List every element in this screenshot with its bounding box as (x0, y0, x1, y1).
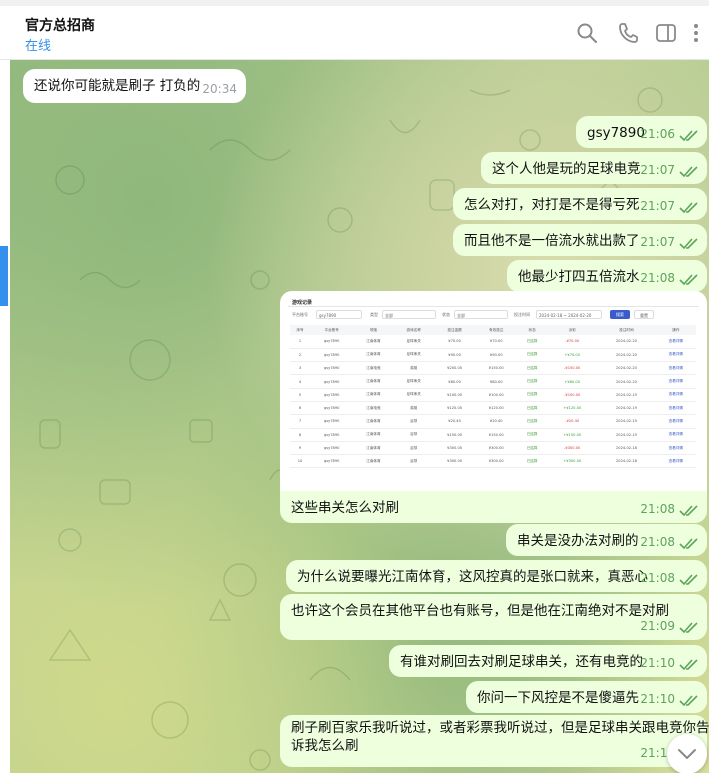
more-vertical-icon[interactable] (690, 22, 702, 44)
read-checkmarks-icon (679, 274, 698, 286)
chat-status: 在线 (25, 39, 52, 54)
message-text: 为什么说要曝光江南体育，这风控真的是张口就来，真恶心 (297, 569, 648, 585)
records-row: 2 gsy7890 江南体育 足球串关 ¥90.00 ¥90.00 已结算 +¥70.00 20… (290, 348, 696, 362)
chat-title: 官方总招商 (25, 18, 95, 34)
message-time: 21:08 (640, 571, 675, 585)
read-checkmarks-icon (679, 130, 698, 142)
records-table: 序号 平台账号 场馆 游戏名称 投注金额 有效投注 状态 派彩 投注时间 操作 1 gsy7… (290, 325, 696, 468)
read-checkmarks-icon (679, 622, 698, 634)
left-panel-edge (0, 60, 10, 773)
message-text: 这些串关怎么对刷 (291, 500, 399, 516)
read-checkmarks-icon (679, 659, 698, 671)
message-outgoing[interactable]: gsy7890 21:06 (576, 116, 707, 148)
message-text: gsy7890 (587, 125, 645, 141)
left-panel-accent (0, 246, 8, 306)
records-reset-button: 重置 (634, 310, 654, 319)
phone-icon[interactable] (617, 22, 639, 44)
message-text: 刷子刷百家乐我听说过，或者彩票我听说过，但是足球串关跟电竞你告 (291, 720, 709, 736)
message-time: 21:07 (640, 235, 675, 249)
message-outgoing[interactable]: 而且他不是一倍流水就出款了 21:07 (453, 224, 707, 256)
message-outgoing[interactable]: 也许这个会员在其他平台也有账号，但是他在江南绝对不是对刷 21:09 (280, 594, 707, 640)
records-row: 3 gsy7890 江南电竞 英雄 ¥200.00 ¥150.00 已结算 -¥150.00 2… (290, 362, 696, 375)
chat-area[interactable]: 还说你可能就是刷子 打负的 20:34 gsy7890 21:06 这个人他是玩… (10, 60, 709, 773)
message-time: 21:08 (640, 271, 675, 285)
records-row: 9 gsy7890 江南体育 足球 ¥300.00 ¥300.00 已结算 -¥300.00 2… (290, 441, 696, 455)
game-records-screenshot: 游戏记录 平台账号 gsy7890 类型 全部 状态 全部 投注时间 2024-… (288, 297, 699, 485)
records-search-button: 搜索 (610, 310, 630, 319)
records-row: 4 gsy7890 江南体育 足球串关 ¥80.00 ¥80.00 已结算 +¥80.00 20… (290, 375, 696, 389)
records-row: 8 gsy7890 江南体育 足球 ¥150.00 ¥150.00 已结算 +¥150.00 2… (290, 428, 696, 442)
message-text: 怎么对打，对打是不是得亏死 (464, 197, 640, 213)
records-row: 7 gsy7890 江南体育 足球 ¥20.40 ¥20.40 已结算 -¥20.40 2024… (290, 415, 696, 429)
records-title: 游戏记录 (292, 300, 313, 306)
records-row: 10 gsy7890 江南体育 足球 ¥300.00 ¥300.00 已结算 +¥300.00… (290, 455, 696, 468)
message-time: 21:08 (640, 502, 675, 516)
read-checkmarks-icon (679, 695, 698, 707)
message-text: 这个人他是玩的足球电竞 (492, 161, 641, 177)
read-checkmarks-icon (679, 538, 698, 550)
scroll-to-bottom-button[interactable] (667, 734, 707, 773)
message-text-line2: 诉我怎么刷 (291, 738, 359, 754)
message-outgoing[interactable]: 为什么说要曝光江南体育，这风控真的是张口就来，真恶心 21:08 (286, 560, 707, 592)
read-checkmarks-icon (679, 166, 698, 178)
message-outgoing[interactable]: 怎么对打，对打是不是得亏死 21:07 (453, 188, 707, 220)
message-time: 21:10 (640, 692, 675, 706)
message-time: 21:07 (640, 199, 675, 213)
read-checkmarks-icon (679, 574, 698, 586)
message-text: 还说你可能就是刷子 打负的 (34, 78, 201, 94)
message-text: 而且他不是一倍流水就出款了 (464, 233, 640, 249)
sidebar-toggle-icon[interactable] (655, 22, 677, 44)
message-outgoing[interactable]: 刷子刷百家乐我听说过，或者彩票我听说过，但是足球串关跟电竞你告 诉我怎么刷 21… (280, 715, 709, 767)
chat-header[interactable]: 官方总招商 在线 (0, 6, 709, 60)
message-outgoing[interactable]: 这个人他是玩的足球电竞 21:07 (481, 152, 707, 184)
read-checkmarks-icon (679, 238, 698, 250)
message-photo[interactable]: 游戏记录 平台账号 gsy7890 类型 全部 状态 全部 投注时间 2024-… (280, 291, 707, 491)
chevron-down-icon (678, 749, 696, 759)
message-outgoing-caption[interactable]: 这些串关怎么对刷 21:08 (280, 491, 707, 523)
message-text: 也许这个会员在其他平台也有账号，但是他在江南绝对不是对刷 (291, 603, 669, 619)
message-text: 他最少打四五倍流水 (518, 269, 640, 285)
records-row: 5 gsy7890 江南体育 足球串关 ¥100.00 ¥100.00 已结算 -¥100.0… (290, 388, 696, 402)
message-time: 21:10 (640, 656, 675, 670)
message-outgoing[interactable]: 他最少打四五倍流水 21:08 (507, 260, 707, 292)
message-text: 有谁对刷回去对刷足球串关，还有电竞的 (400, 654, 643, 670)
message-text: 串关是没办法对刷的 (517, 533, 639, 549)
message-time: 21:07 (640, 163, 675, 177)
message-time: 21:09 (640, 619, 675, 633)
message-time: 20:34 (202, 82, 237, 96)
records-row: 1 gsy7890 江南体育 足球串关 ¥70.00 ¥70.00 已结算 -¥70.00 20… (290, 335, 696, 349)
read-checkmarks-icon (679, 202, 698, 214)
message-time: 21:08 (640, 535, 675, 549)
records-filter-bar: 平台账号 gsy7890 类型 全部 状态 全部 投注时间 2024-02-18… (292, 310, 692, 320)
read-checkmarks-icon (679, 505, 698, 517)
message-incoming[interactable]: 还说你可能就是刷子 打负的 20:34 (23, 69, 246, 103)
message-outgoing[interactable]: 你问一下风控是不是傻逼先 21:10 (466, 681, 707, 713)
search-icon[interactable] (576, 22, 598, 44)
records-row: 6 gsy7890 江南电竞 英雄 ¥120.00 ¥120.00 已结算 +¥120.00 2… (290, 401, 696, 415)
message-text: 你问一下风控是不是傻逼先 (477, 690, 639, 706)
message-outgoing[interactable]: 有谁对刷回去对刷足球串关，还有电竞的 21:10 (389, 645, 707, 677)
message-time: 21:06 (640, 127, 675, 141)
message-outgoing[interactable]: 串关是没办法对刷的 21:08 (506, 524, 707, 556)
